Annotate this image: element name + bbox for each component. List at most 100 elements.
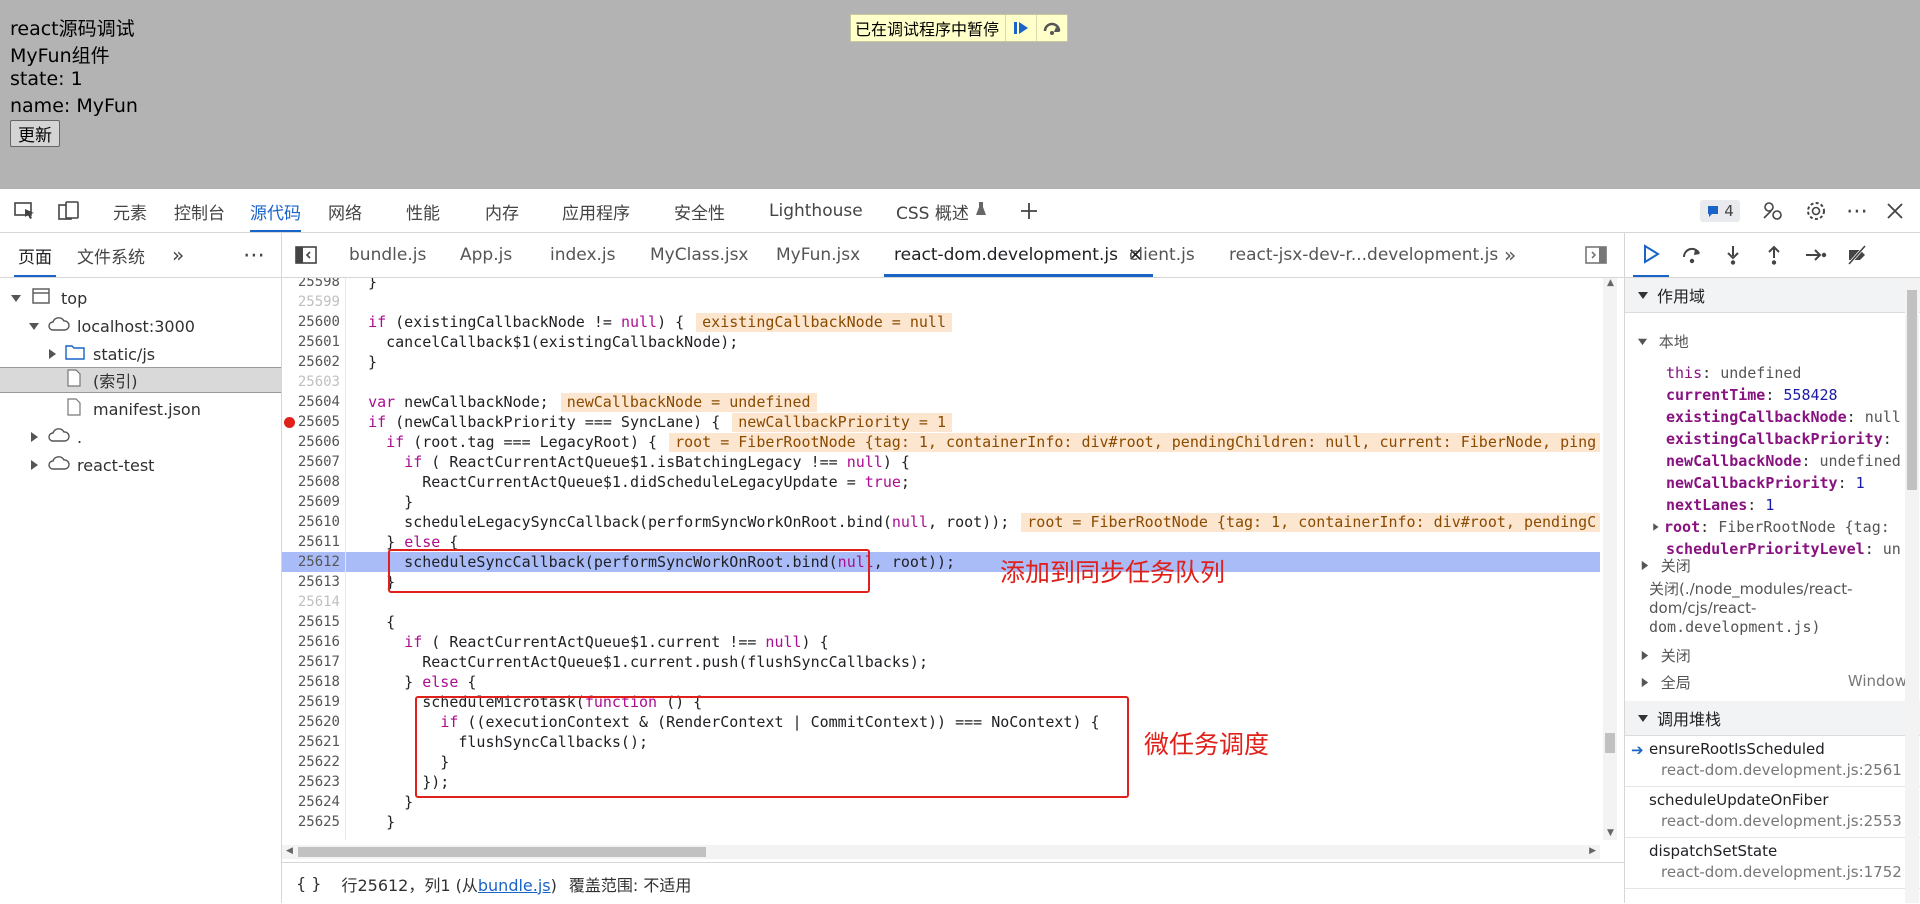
line-number[interactable]: 25611 [282,532,340,552]
code-line[interactable]: 25604 var newCallbackNode; newCallbackNod… [282,392,1600,412]
code-line[interactable]: 25617 ReactCurrentActQueue$1.current.pus… [282,652,1600,672]
close-devtools-icon[interactable] [1882,190,1908,232]
resume-icon[interactable] [1005,15,1036,41]
tree-item-dot[interactable]: . [0,424,281,450]
tab-elements[interactable]: 元素 [113,190,147,232]
file-tab-myfun[interactable]: MyFun.jsx [776,233,860,277]
pretty-print-button[interactable]: { } [296,874,321,893]
resume-icon[interactable] [1633,233,1669,277]
source-link[interactable]: bundle.js [478,876,551,895]
step-into-icon[interactable] [1716,233,1750,277]
scrollbar-thumb[interactable] [1605,733,1615,753]
line-number[interactable]: 25616 [282,632,340,652]
tab-filesystem[interactable]: 文件系统 [77,233,145,277]
code-line[interactable]: 25625 } [282,812,1600,832]
line-number[interactable]: 25598 [282,278,340,292]
tree-item-index[interactable]: (索引) [0,367,281,393]
line-number[interactable]: 25618 [282,672,340,692]
tree-item-manifest[interactable]: manifest.json [0,396,281,422]
tab-page[interactable]: 页面 [14,233,56,277]
tree-item-top[interactable]: top [0,285,281,311]
deactivate-breakpoints-icon[interactable] [1840,233,1874,277]
more-nav-tabs-icon[interactable]: » [172,233,184,277]
code-line[interactable]: 25598 } [282,278,1600,292]
line-number[interactable]: 25604 [282,392,340,412]
scroll-left-icon[interactable]: ◀ [286,846,293,856]
device-toolbar-icon[interactable] [56,190,82,232]
inspect-element-icon[interactable] [12,190,38,232]
breakpoint-icon[interactable] [284,417,295,428]
hscrollbar-thumb[interactable] [298,847,706,857]
step-icon[interactable] [1799,233,1833,277]
horizontal-scrollbar[interactable]: ◀ ▶ [282,845,1600,859]
file-tab-client[interactable]: client.js [1129,233,1195,277]
tab-console[interactable]: 控制台 [174,190,225,232]
settings-gear-icon[interactable] [1803,190,1829,232]
line-number[interactable]: 25621 [282,732,340,752]
file-tab-index[interactable]: index.js [550,233,616,277]
more-tabs-plus-icon[interactable] [1017,190,1041,232]
code-line[interactable]: 25609 } [282,492,1600,512]
closure-scope-2[interactable]: 关闭(./node_modules/react- dom/cjs/react- … [1649,580,1853,637]
step-over-icon[interactable] [1675,233,1709,277]
customize-icon[interactable] [1760,190,1786,232]
callstack-section-header[interactable]: 调用堆栈 [1625,701,1920,736]
closure-scope-3[interactable]: 关闭 [1639,645,1691,666]
tab-css-overview[interactable]: CSS 概述 [896,190,987,232]
step-over-icon[interactable] [1036,15,1067,41]
line-number[interactable]: 25603 [282,372,340,392]
tree-item-localhost[interactable]: localhost:3000 [0,313,281,339]
line-number[interactable]: 25617 [282,652,340,672]
tab-sources[interactable]: 源代码 [250,190,301,232]
tab-security[interactable]: 安全性 [674,190,725,232]
code-line[interactable]: 25614 [282,592,1600,612]
step-out-icon[interactable] [1757,233,1791,277]
toggle-navigator-icon[interactable] [294,233,318,277]
scroll-right-icon[interactable]: ▶ [1589,846,1596,856]
line-number[interactable]: 25601 [282,332,340,352]
code-line[interactable]: 25603 [282,372,1600,392]
vertical-scrollbar[interactable]: ▲ ▼ [1603,278,1617,840]
nav-menu-icon[interactable]: ⋯ [243,233,265,277]
line-number[interactable]: 25609 [282,492,340,512]
scope-section-header[interactable]: 作用域 [1625,278,1920,313]
line-number[interactable]: 25600 [282,312,340,332]
scope-variable[interactable]: nextLanes: 1 [1666,496,1774,514]
code-line[interactable]: 25618 } else { [282,672,1600,692]
tab-performance[interactable]: 性能 [406,190,440,232]
line-number[interactable]: 25606 [282,432,340,452]
code-line[interactable]: 25607 if ( ReactCurrentActQueue$1.isBatc… [282,452,1600,472]
line-number[interactable]: 25624 [282,792,340,812]
line-number[interactable]: 25614 [282,592,340,612]
line-number[interactable]: 25599 [282,292,340,312]
file-tab-myclass[interactable]: MyClass.jsx [650,233,749,277]
scroll-down-icon[interactable]: ▼ [1607,828,1614,838]
scope-variable[interactable]: newCallbackPriority: 1 [1666,474,1865,492]
tree-item-static-js[interactable]: static/js [0,341,281,367]
code-line[interactable]: 25616 if ( ReactCurrentActQueue$1.curren… [282,632,1600,652]
line-number[interactable]: 25607 [282,452,340,472]
scroll-up-icon[interactable]: ▲ [1607,278,1614,288]
line-number[interactable]: 25612 [282,552,340,572]
scope-variable[interactable]: currentTime: 558428 [1666,386,1838,404]
line-number[interactable]: 25625 [282,812,340,832]
toggle-debugger-icon[interactable] [1584,233,1608,277]
tab-memory[interactable]: 内存 [485,190,519,232]
call-frame[interactable]: dispatchSetState react-dom.development.j… [1625,838,1920,889]
call-frame[interactable]: scheduleUpdateOnFiber react-dom.developm… [1625,787,1920,838]
more-file-tabs-icon[interactable]: » [1504,233,1516,277]
line-number[interactable]: 25610 [282,512,340,532]
code-line[interactable]: 25602 } [282,352,1600,372]
code-line[interactable]: 25608 ReactCurrentActQueue$1.didSchedule… [282,472,1600,492]
code-line[interactable]: 25600 if (existingCallbackNode != null) … [282,312,1600,332]
code-line[interactable]: 25605 if (newCallbackPriority === SyncLa… [282,412,1600,432]
code-line[interactable]: 25610 scheduleLegacySyncCallback(perform… [282,512,1600,532]
code-line[interactable]: 25606 if (root.tag === LegacyRoot) {root… [282,432,1600,452]
global-scope[interactable]: 全局 Window [1639,672,1915,693]
tab-application[interactable]: 应用程序 [562,190,630,232]
scope-variable[interactable]: newCallbackNode: undefined [1666,452,1901,470]
tab-lighthouse[interactable]: Lighthouse [769,190,863,232]
code-line[interactable]: 25601 cancelCallback$1(existingCallbackN… [282,332,1600,352]
code-line[interactable]: 25615 { [282,612,1600,632]
update-button[interactable]: 更新 [10,120,60,147]
